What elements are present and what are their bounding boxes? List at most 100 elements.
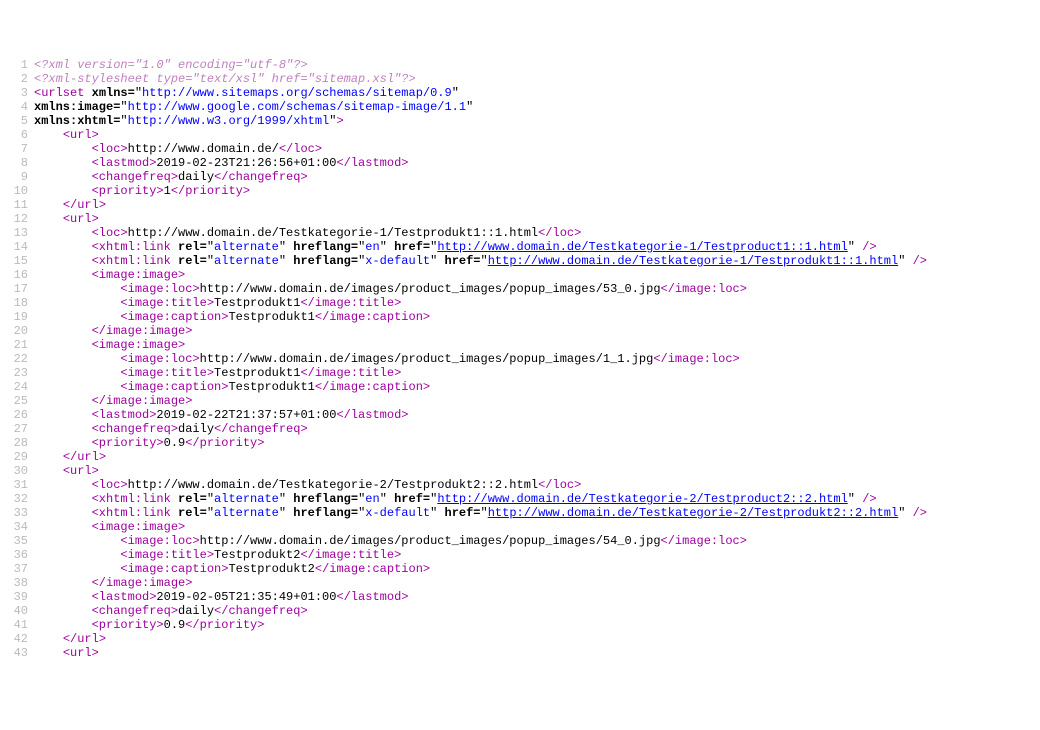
code-line: 42 </url> [0, 632, 1040, 646]
line-number: 8 [0, 156, 34, 170]
line-number: 37 [0, 562, 34, 576]
code-content: <url> [34, 128, 99, 142]
code-line: 26 <lastmod>2019-02-22T21:37:57+01:00</l… [0, 408, 1040, 422]
line-number: 30 [0, 464, 34, 478]
line-number: 40 [0, 604, 34, 618]
code-line: 17 <image:loc>http://www.domain.de/image… [0, 282, 1040, 296]
code-line: 15 <xhtml:link rel="alternate" hreflang=… [0, 254, 1040, 268]
line-number: 26 [0, 408, 34, 422]
code-content: <urlset xmlns="http://www.sitemaps.org/s… [34, 86, 459, 100]
code-line: 40 <changefreq>daily</changefreq> [0, 604, 1040, 618]
code-line: 11 </url> [0, 198, 1040, 212]
code-content: </image:image> [34, 394, 192, 408]
line-number: 12 [0, 212, 34, 226]
code-content: <xhtml:link rel="alternate" hreflang="x-… [34, 254, 927, 268]
code-line: 16 <image:image> [0, 268, 1040, 282]
line-number: 2 [0, 72, 34, 86]
code-line: 24 <image:caption>Testprodukt1</image:ca… [0, 380, 1040, 394]
code-line: 36 <image:title>Testprodukt2</image:titl… [0, 548, 1040, 562]
code-content: <image:image> [34, 268, 185, 282]
code-content: <image:caption>Testprodukt1</image:capti… [34, 380, 430, 394]
code-content: <?xml-stylesheet type="text/xsl" href="s… [34, 72, 416, 86]
code-content: <xhtml:link rel="alternate" hreflang="en… [34, 240, 877, 254]
code-line: 38 </image:image> [0, 576, 1040, 590]
line-number: 17 [0, 282, 34, 296]
code-line: 20 </image:image> [0, 324, 1040, 338]
line-number: 27 [0, 422, 34, 436]
line-number: 20 [0, 324, 34, 338]
code-content: <image:loc>http://www.domain.de/images/p… [34, 534, 747, 548]
line-number: 6 [0, 128, 34, 142]
xml-source-view: 1<?xml version="1.0" encoding="utf-8"?>2… [0, 58, 1040, 660]
code-content: <xhtml:link rel="alternate" hreflang="x-… [34, 506, 927, 520]
line-number: 38 [0, 576, 34, 590]
line-number: 33 [0, 506, 34, 520]
line-number: 43 [0, 646, 34, 660]
code-line: 30 <url> [0, 464, 1040, 478]
code-line: 27 <changefreq>daily</changefreq> [0, 422, 1040, 436]
code-line: 2<?xml-stylesheet type="text/xsl" href="… [0, 72, 1040, 86]
line-number: 1 [0, 58, 34, 72]
code-content: <lastmod>2019-02-05T21:35:49+01:00</last… [34, 590, 408, 604]
code-line: 31 <loc>http://www.domain.de/Testkategor… [0, 478, 1040, 492]
code-content: <changefreq>daily</changefreq> [34, 604, 308, 618]
code-line: 43 <url> [0, 646, 1040, 660]
line-number: 29 [0, 450, 34, 464]
code-line: 18 <image:title>Testprodukt1</image:titl… [0, 296, 1040, 310]
code-content: </image:image> [34, 324, 192, 338]
code-content: <image:title>Testprodukt1</image:title> [34, 296, 401, 310]
line-number: 35 [0, 534, 34, 548]
code-line: 10 <priority>1</priority> [0, 184, 1040, 198]
code-line: 33 <xhtml:link rel="alternate" hreflang=… [0, 506, 1040, 520]
line-number: 13 [0, 226, 34, 240]
line-number: 15 [0, 254, 34, 268]
code-content: <image:caption>Testprodukt1</image:capti… [34, 310, 430, 324]
code-content: <xhtml:link rel="alternate" hreflang="en… [34, 492, 877, 506]
line-number: 7 [0, 142, 34, 156]
code-content: <url> [34, 464, 99, 478]
code-content: <url> [34, 646, 99, 660]
code-content: <image:image> [34, 520, 185, 534]
code-line: 12 <url> [0, 212, 1040, 226]
code-line: 5xmlns:xhtml="http://www.w3.org/1999/xht… [0, 114, 1040, 128]
line-number: 23 [0, 366, 34, 380]
code-content: </url> [34, 450, 106, 464]
line-number: 25 [0, 394, 34, 408]
code-content: <image:caption>Testprodukt2</image:capti… [34, 562, 430, 576]
line-number: 10 [0, 184, 34, 198]
code-content: <priority>0.9</priority> [34, 436, 264, 450]
line-number: 11 [0, 198, 34, 212]
code-line: 23 <image:title>Testprodukt1</image:titl… [0, 366, 1040, 380]
code-content: <loc>http://www.domain.de/</loc> [34, 142, 322, 156]
code-content: xmlns:xhtml="http://www.w3.org/1999/xhtm… [34, 114, 344, 128]
code-line: 37 <image:caption>Testprodukt2</image:ca… [0, 562, 1040, 576]
code-content: </url> [34, 632, 106, 646]
code-content: <image:title>Testprodukt2</image:title> [34, 548, 401, 562]
code-content: <url> [34, 212, 99, 226]
code-content: xmlns:image="http://www.google.com/schem… [34, 100, 473, 114]
code-line: 41 <priority>0.9</priority> [0, 618, 1040, 632]
line-number: 5 [0, 114, 34, 128]
line-number: 9 [0, 170, 34, 184]
line-number: 34 [0, 520, 34, 534]
code-line: 39 <lastmod>2019-02-05T21:35:49+01:00</l… [0, 590, 1040, 604]
line-number: 28 [0, 436, 34, 450]
code-content: <image:loc>http://www.domain.de/images/p… [34, 282, 747, 296]
line-number: 21 [0, 338, 34, 352]
code-content: <lastmod>2019-02-23T21:26:56+01:00</last… [34, 156, 408, 170]
code-line: 1<?xml version="1.0" encoding="utf-8"?> [0, 58, 1040, 72]
code-line: 28 <priority>0.9</priority> [0, 436, 1040, 450]
code-line: 19 <image:caption>Testprodukt1</image:ca… [0, 310, 1040, 324]
line-number: 32 [0, 492, 34, 506]
line-number: 24 [0, 380, 34, 394]
line-number: 4 [0, 100, 34, 114]
code-content: <?xml version="1.0" encoding="utf-8"?> [34, 58, 308, 72]
code-content: </image:image> [34, 576, 192, 590]
code-line: 35 <image:loc>http://www.domain.de/image… [0, 534, 1040, 548]
code-content: <changefreq>daily</changefreq> [34, 170, 308, 184]
code-line: 4xmlns:image="http://www.google.com/sche… [0, 100, 1040, 114]
code-line: 3<urlset xmlns="http://www.sitemaps.org/… [0, 86, 1040, 100]
code-line: 6 <url> [0, 128, 1040, 142]
code-line: 8 <lastmod>2019-02-23T21:26:56+01:00</la… [0, 156, 1040, 170]
line-number: 18 [0, 296, 34, 310]
